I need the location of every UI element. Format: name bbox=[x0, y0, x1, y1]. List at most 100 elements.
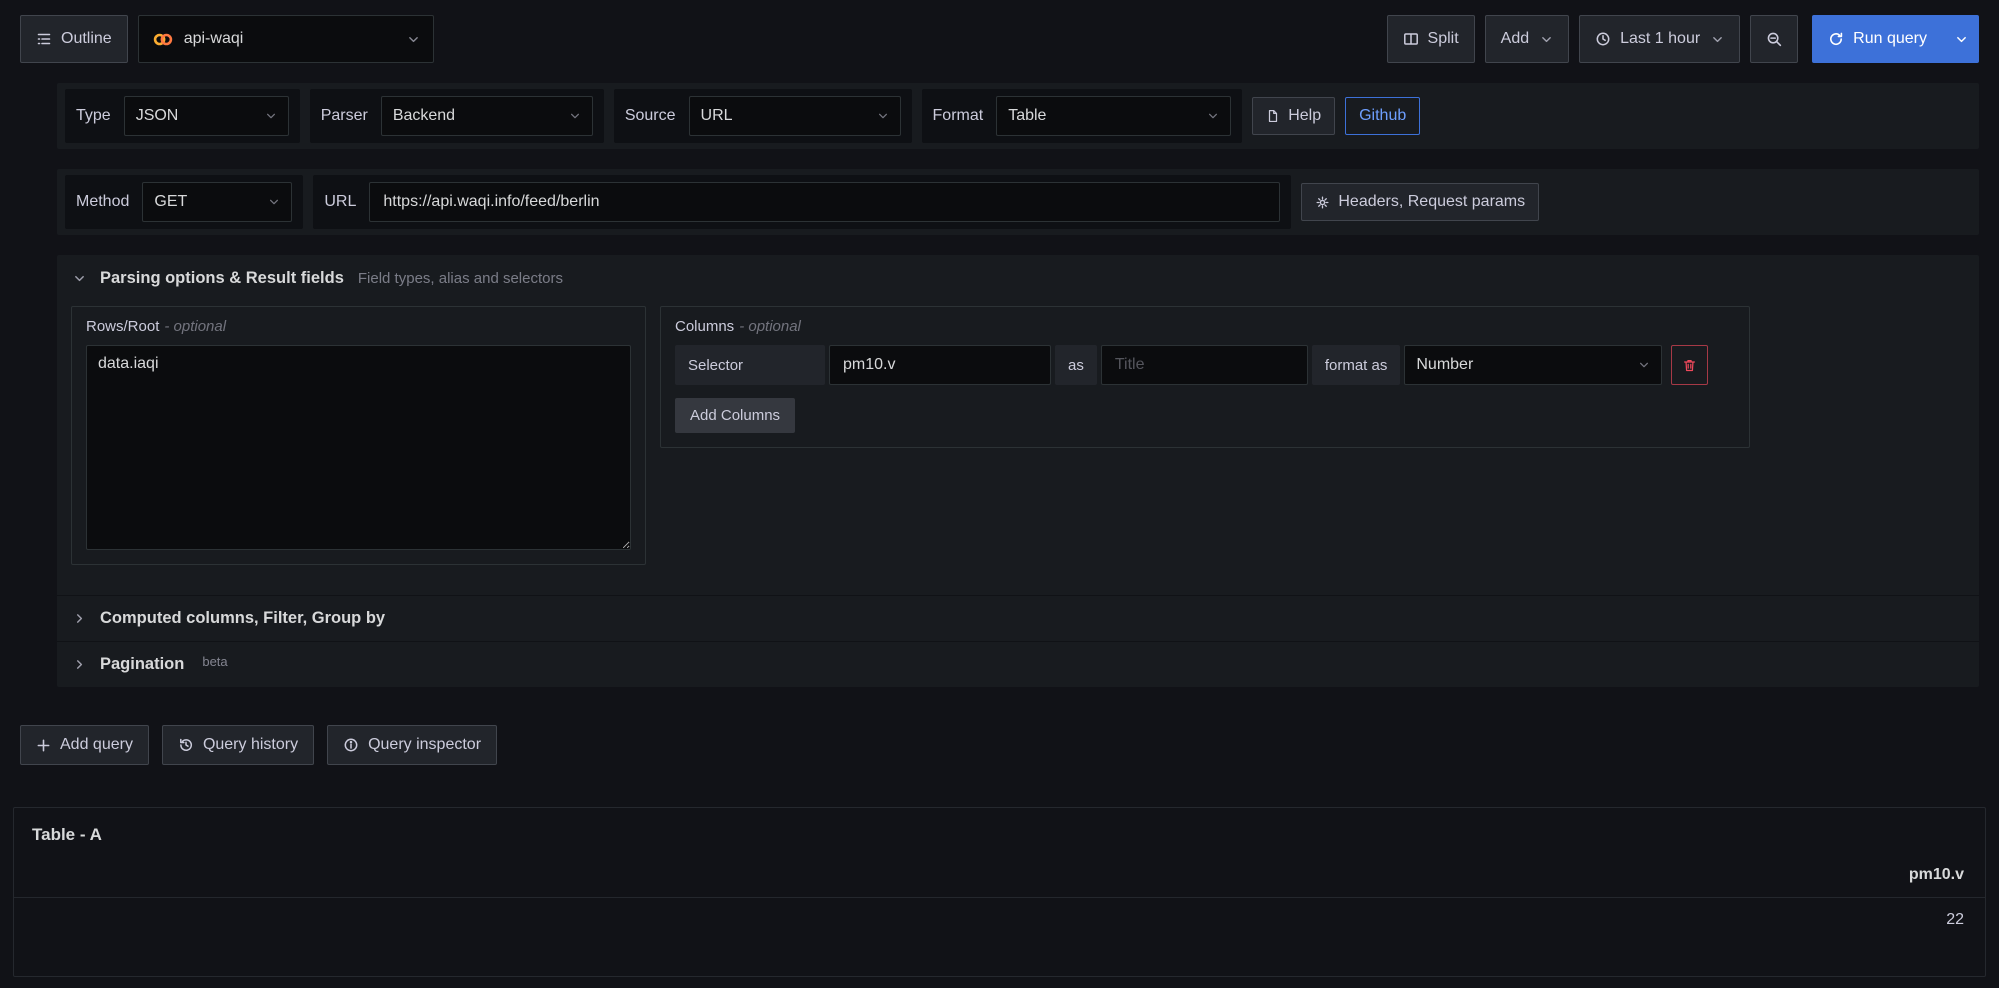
zoom-out-button[interactable] bbox=[1750, 15, 1798, 63]
columns-optional-text: - optional bbox=[739, 318, 801, 335]
add-query-label: Add query bbox=[60, 736, 133, 754]
computed-columns-section-header[interactable]: Computed columns, Filter, Group by bbox=[57, 595, 1979, 641]
column-title-input[interactable] bbox=[1101, 345, 1308, 385]
url-field-group: URL bbox=[313, 175, 1291, 229]
github-button[interactable]: Github bbox=[1345, 97, 1420, 135]
help-button[interactable]: Help bbox=[1252, 97, 1335, 135]
pagination-title: Pagination bbox=[100, 655, 184, 674]
query-editor: Type JSON Parser Backend Source URL bbox=[57, 83, 1979, 687]
parser-label: Parser bbox=[321, 107, 368, 125]
url-label: URL bbox=[324, 193, 356, 211]
type-label: Type bbox=[76, 107, 111, 125]
column-definition-row: Selector as format as Number bbox=[675, 345, 1735, 385]
columns-label: Columns- optional bbox=[675, 318, 1735, 335]
rows-root-label: Rows/Root- optional bbox=[86, 318, 631, 335]
toolbar: Outline api-waqi Split Add Last 1 hour bbox=[0, 0, 1999, 79]
method-label: Method bbox=[76, 193, 129, 211]
source-select[interactable]: URL bbox=[689, 96, 901, 136]
editor-sections: Parsing options & Result fields Field ty… bbox=[57, 255, 1979, 687]
rows-root-box: Rows/Root- optional data.iaqi bbox=[71, 306, 646, 565]
datasource-name: api-waqi bbox=[184, 30, 244, 48]
parsing-options-subtitle: Field types, alias and selectors bbox=[358, 270, 563, 287]
url-options-row: Method GET URL Headers, Request params bbox=[57, 169, 1979, 235]
parser-field-group: Parser Backend bbox=[310, 89, 604, 143]
chevron-down-icon bbox=[1207, 110, 1219, 122]
beta-badge: beta bbox=[202, 654, 227, 669]
history-icon bbox=[178, 737, 194, 753]
format-select[interactable]: Table bbox=[996, 96, 1231, 136]
zoom-out-icon bbox=[1766, 31, 1783, 48]
split-icon bbox=[1403, 31, 1419, 47]
table-cell-value: 22 bbox=[14, 898, 1985, 942]
refresh-icon bbox=[1828, 31, 1844, 47]
method-select[interactable]: GET bbox=[142, 182, 292, 222]
source-label: Source bbox=[625, 107, 676, 125]
format-field-group: Format Table bbox=[922, 89, 1243, 143]
query-options-row: Type JSON Parser Backend Source URL bbox=[57, 83, 1979, 149]
rows-root-optional-text: - optional bbox=[164, 318, 226, 335]
query-history-button[interactable]: Query history bbox=[162, 725, 314, 765]
format-as-label: format as bbox=[1312, 345, 1401, 385]
run-query-caret-button[interactable] bbox=[1943, 15, 1979, 63]
headers-request-params-label: Headers, Request params bbox=[1338, 193, 1525, 211]
column-selector-input[interactable] bbox=[829, 345, 1051, 385]
run-query-button-group: Run query bbox=[1812, 15, 1979, 63]
chevron-right-icon bbox=[73, 658, 86, 671]
run-query-label: Run query bbox=[1853, 30, 1927, 48]
time-range-picker[interactable]: Last 1 hour bbox=[1579, 15, 1740, 63]
column-format-value: Number bbox=[1416, 356, 1473, 374]
method-field-group: Method GET bbox=[65, 175, 303, 229]
outline-button[interactable]: Outline bbox=[20, 15, 128, 63]
clock-icon bbox=[1595, 31, 1611, 47]
source-value: URL bbox=[701, 107, 733, 125]
type-field-group: Type JSON bbox=[65, 89, 300, 143]
pagination-section-header[interactable]: Pagination beta bbox=[57, 641, 1979, 687]
document-icon bbox=[1266, 109, 1280, 123]
format-label: Format bbox=[933, 107, 984, 125]
url-input[interactable] bbox=[369, 182, 1280, 222]
headers-request-params-button[interactable]: Headers, Request params bbox=[1301, 183, 1539, 221]
trash-icon bbox=[1682, 358, 1697, 373]
chevron-down-icon bbox=[1955, 33, 1968, 46]
parser-value: Backend bbox=[393, 107, 455, 125]
chevron-down-icon bbox=[1540, 33, 1553, 46]
panel-title: Table - A bbox=[14, 808, 1985, 851]
delete-column-button[interactable] bbox=[1671, 345, 1708, 385]
gear-icon bbox=[1315, 195, 1330, 210]
add-columns-button[interactable]: Add Columns bbox=[675, 398, 795, 433]
outline-label: Outline bbox=[61, 30, 112, 48]
columns-box: Columns- optional Selector as format as … bbox=[660, 306, 1750, 448]
method-value: GET bbox=[154, 193, 187, 211]
rows-root-textarea[interactable]: data.iaqi bbox=[86, 345, 631, 550]
chevron-down-icon bbox=[1638, 359, 1650, 371]
table-column-header[interactable]: pm10.v bbox=[14, 851, 1985, 897]
chevron-down-icon bbox=[1711, 33, 1724, 46]
split-button[interactable]: Split bbox=[1387, 15, 1475, 63]
as-label: as bbox=[1055, 345, 1097, 385]
time-range-label: Last 1 hour bbox=[1620, 30, 1700, 48]
chevron-down-icon bbox=[268, 196, 280, 208]
add-columns-label: Add Columns bbox=[690, 407, 780, 424]
grafana-explore-page: { "toolbar": { "outline": "Outline", "da… bbox=[0, 0, 1999, 988]
query-footer-actions: Add query Query history Query inspector bbox=[20, 725, 1979, 765]
query-inspector-button[interactable]: Query inspector bbox=[327, 725, 497, 765]
chevron-right-icon bbox=[73, 612, 86, 625]
column-format-select[interactable]: Number bbox=[1404, 345, 1662, 385]
query-inspector-label: Query inspector bbox=[368, 736, 481, 754]
datasource-picker[interactable]: api-waqi bbox=[138, 15, 434, 63]
parser-select[interactable]: Backend bbox=[381, 96, 593, 136]
type-select[interactable]: JSON bbox=[124, 96, 289, 136]
chevron-down-icon bbox=[73, 272, 86, 285]
plus-icon bbox=[36, 738, 51, 753]
source-field-group: Source URL bbox=[614, 89, 912, 143]
parsing-options-section-header[interactable]: Parsing options & Result fields Field ty… bbox=[57, 255, 1979, 302]
run-query-button[interactable]: Run query bbox=[1812, 15, 1943, 63]
split-label: Split bbox=[1428, 30, 1459, 48]
add-query-button[interactable]: Add query bbox=[20, 725, 149, 765]
query-history-label: Query history bbox=[203, 736, 298, 754]
github-label: Github bbox=[1359, 107, 1406, 125]
computed-columns-title: Computed columns, Filter, Group by bbox=[100, 609, 385, 628]
add-dropdown-button[interactable]: Add bbox=[1485, 15, 1569, 63]
chevron-down-icon bbox=[569, 110, 581, 122]
help-label: Help bbox=[1288, 107, 1321, 125]
